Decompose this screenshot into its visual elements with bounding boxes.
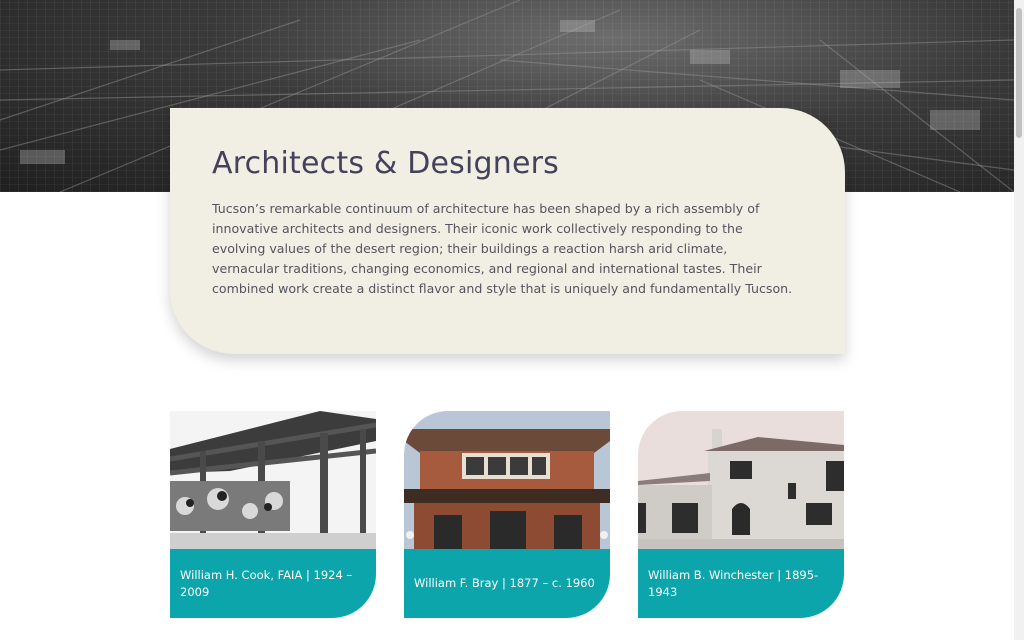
intro-paragraph: Tucson’s remarkable continuum of archite… <box>212 201 793 296</box>
architect-card-winchester[interactable]: William B. Winchester | 1895-1943 <box>638 411 844 618</box>
intro-card: Architects & Designers Tucson’s remarkab… <box>170 108 845 354</box>
architect-caption-winchester: William B. Winchester | 1895-1943 <box>638 549 844 618</box>
architect-photo-winchester <box>638 411 844 549</box>
architect-photo-cook <box>170 411 376 549</box>
architect-caption-bray: William F. Bray | 1877 – c. 1960 <box>404 549 610 618</box>
page-title: Architects & Designers <box>212 146 560 181</box>
architect-card-bray[interactable]: William F. Bray | 1877 – c. 1960 <box>404 411 610 618</box>
architect-photo-bray <box>404 411 610 549</box>
page-scrollbar[interactable] <box>1014 0 1024 640</box>
architect-card-cook[interactable]: William H. Cook, FAIA | 1924 – 2009 <box>170 411 376 618</box>
architect-caption-cook: William H. Cook, FAIA | 1924 – 2009 <box>170 549 376 618</box>
scrollbar-thumb[interactable] <box>1016 8 1022 138</box>
